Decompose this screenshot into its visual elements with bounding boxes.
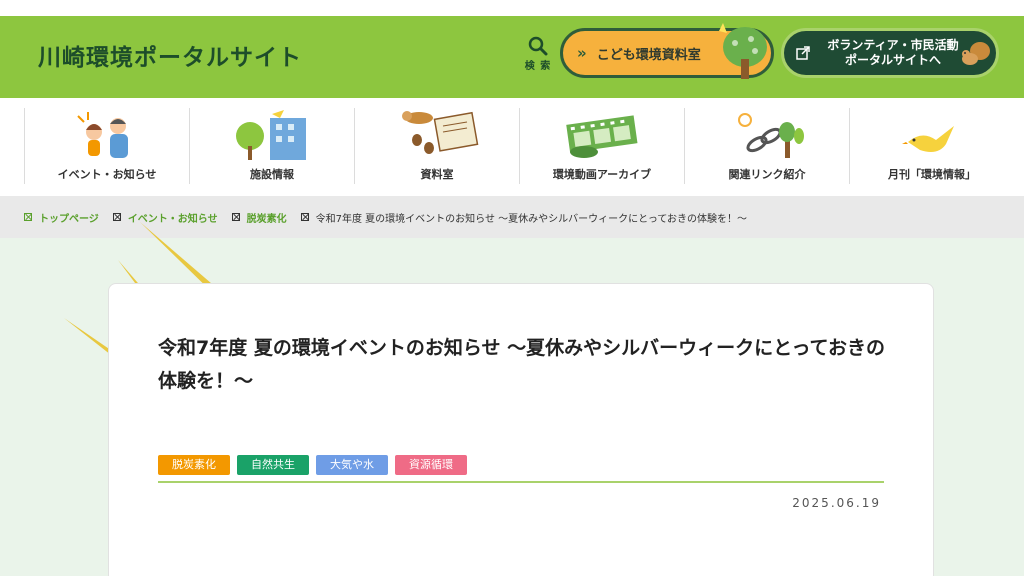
article-card: 令和7年度 夏の環境イベントのお知らせ ～夏休みやシルバーウィークにとっておきの… (108, 283, 934, 576)
nav-item-related-links[interactable]: 関連リンク紹介 (684, 108, 849, 184)
nav-label-video-archive: 環境動画アーカイブ (552, 168, 652, 181)
breadcrumb-marker-icon (24, 213, 32, 221)
breadcrumb-current: 令和7年度 夏の環境イベントのお知らせ ～夏休みやシルバーウィークにとっておきの… (315, 213, 748, 225)
nav-item-events[interactable]: イベント・お知らせ (24, 108, 189, 184)
chain-icon (685, 108, 849, 160)
volunteer-label-line2: ポータルサイトへ (844, 53, 941, 67)
site-header: 川崎環境ポータルサイト 検 索 » こども環境資料室 ボランティア・市民活動 ポ… (0, 16, 1024, 98)
breadcrumb-link-decarbon[interactable]: 脱炭素化 (247, 210, 287, 225)
tag-list: 脱炭素化 自然共生 大気や水 資源循環 (158, 455, 474, 475)
tag-decarbonization[interactable]: 脱炭素化 (158, 455, 230, 475)
kids-button-label: こども環境資料室 (596, 47, 701, 63)
chevron-icon: » (577, 44, 587, 62)
tree-icon (719, 23, 767, 79)
family-icon (25, 108, 189, 160)
nav-item-monthly-report[interactable]: 月刊「環境情報」 (849, 108, 1014, 184)
search-label: 検 索 (524, 61, 552, 72)
building-icon (190, 108, 354, 160)
film-icon (520, 108, 684, 160)
breadcrumb-item-current: 令和7年度 夏の環境イベントのお知らせ ～夏休みやシルバーウィークにとっておきの… (300, 210, 748, 225)
tag-air-water[interactable]: 大気や水 (316, 455, 388, 475)
nav-label-events: イベント・お知らせ (57, 168, 157, 181)
volunteer-button-label: ボランティア・市民活動 ポータルサイトへ (818, 38, 968, 68)
nav-label-library: 資料室 (420, 168, 454, 181)
publish-date: 2025.06.19 (792, 496, 881, 510)
article-title: 令和7年度 夏の環境イベントのお知らせ ～夏休みやシルバーウィークにとっておきの… (158, 337, 885, 392)
title-divider (158, 481, 884, 483)
nav-item-facilities[interactable]: 施設情報 (189, 108, 354, 184)
breadcrumb-marker-icon (300, 213, 309, 221)
top-strip (0, 0, 1024, 16)
bird-icon (850, 108, 1014, 160)
nav-item-library[interactable]: 資料室 (354, 108, 519, 184)
nav-label-monthly-report: 月刊「環境情報」 (888, 168, 976, 181)
kids-resource-button[interactable]: » こども環境資料室 (560, 23, 774, 79)
site-title[interactable]: 川崎環境ポータルサイト (38, 38, 302, 72)
external-link-icon (796, 46, 810, 60)
nav-label-facilities: 施設情報 (250, 168, 294, 181)
main-navigation: イベント・お知らせ 施設情報 資料室 環境動画アーカイブ 関連リンク紹介 月刊「… (0, 98, 1024, 196)
nav-item-video-archive[interactable]: 環境動画アーカイブ (519, 108, 684, 184)
search-icon (528, 36, 548, 56)
nav-label-related-links: 関連リンク紹介 (728, 168, 806, 181)
tag-nature-coexistence[interactable]: 自然共生 (237, 455, 309, 475)
search-button[interactable]: 検 索 (520, 34, 556, 78)
tag-resource-recycling[interactable]: 資源循環 (395, 455, 467, 475)
squirrel-icon (962, 42, 990, 65)
book-squirrel-icon (355, 108, 519, 160)
volunteer-portal-button[interactable]: ボランティア・市民活動 ポータルサイトへ (781, 28, 999, 78)
volunteer-label-line1: ボランティア・市民活動 (827, 38, 959, 52)
